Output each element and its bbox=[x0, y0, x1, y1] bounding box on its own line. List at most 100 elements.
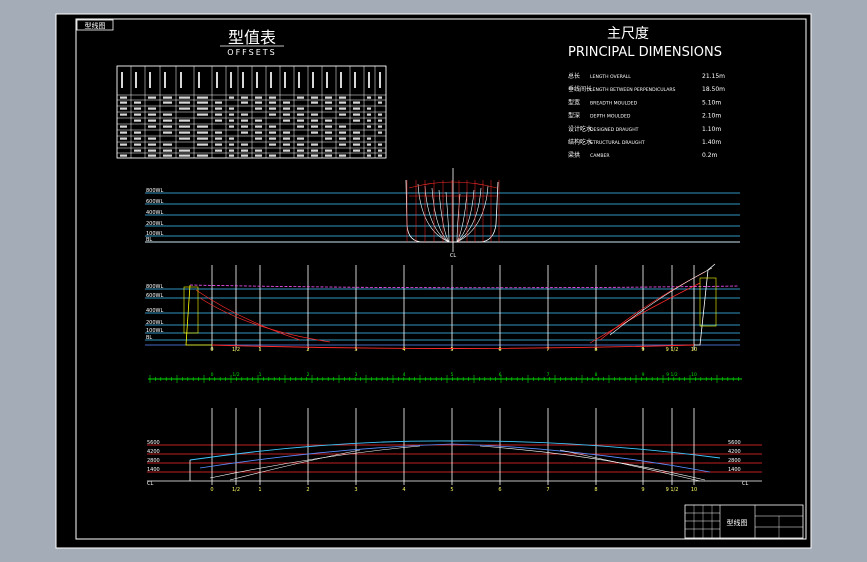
offsets-cell-mark bbox=[269, 143, 276, 146]
offsets-header-mark bbox=[368, 72, 370, 88]
offsets-cell-mark bbox=[297, 107, 304, 110]
offsets-cell-mark bbox=[241, 131, 248, 134]
offsets-cell-mark bbox=[367, 143, 371, 146]
offsets-cell-mark bbox=[283, 143, 290, 146]
offsets-cell-mark bbox=[163, 154, 172, 157]
offsets-cell-mark bbox=[283, 107, 290, 110]
offsets-cell-mark bbox=[378, 154, 382, 157]
half-breadth-waterline-label-left: 5600 bbox=[147, 440, 160, 446]
offsets-cell-mark bbox=[297, 119, 304, 122]
offsets-cell-mark bbox=[311, 149, 318, 152]
offsets-cell-mark bbox=[297, 154, 304, 157]
offsets-cell-mark bbox=[229, 96, 234, 99]
drawing-title: 型线图 bbox=[727, 518, 748, 527]
offsets-cell-mark bbox=[353, 119, 360, 122]
offsets-cell-mark bbox=[311, 119, 318, 122]
offsets-cell-mark bbox=[241, 119, 248, 122]
offsets-cell-mark bbox=[179, 101, 190, 104]
half-breadth-waterline-label-left: 1400 bbox=[147, 467, 160, 473]
offsets-cell-mark bbox=[241, 154, 248, 157]
scale-bar-station-label: 6 bbox=[499, 372, 502, 378]
offsets-cell-mark bbox=[297, 113, 304, 116]
offsets-cell-mark bbox=[197, 143, 208, 146]
offsets-cell-mark bbox=[269, 96, 276, 99]
offsets-cell-mark bbox=[197, 96, 208, 99]
principal-row-value: 0.2m bbox=[702, 152, 718, 159]
offsets-title-cn: 型值表 bbox=[228, 28, 276, 47]
offsets-cell-mark bbox=[255, 125, 262, 128]
offsets-header-mark bbox=[149, 72, 151, 88]
offsets-cell-mark bbox=[325, 119, 332, 122]
offsets-cell-mark bbox=[255, 101, 262, 104]
half-breadth-waterline-label-right: 2800 bbox=[728, 458, 741, 464]
offsets-cell-mark bbox=[179, 96, 190, 99]
profile-station-label: 10 bbox=[691, 347, 697, 353]
offsets-cell-mark bbox=[197, 154, 208, 157]
offsets-header-mark bbox=[256, 72, 258, 88]
offsets-cell-mark bbox=[241, 149, 248, 152]
offsets-cell-mark bbox=[215, 149, 222, 152]
offsets-cell-mark bbox=[120, 143, 127, 146]
offsets-cell-mark bbox=[378, 125, 382, 128]
half-breadth-waterline-label-right: 1400 bbox=[728, 467, 741, 473]
offsets-cell-mark bbox=[283, 131, 290, 134]
half-breadth-station-label: 4 bbox=[402, 487, 405, 493]
principal-row-label-cn: 总长 bbox=[568, 72, 580, 80]
half-breadth-centerline-label-right: CL bbox=[742, 481, 748, 487]
offsets-cell-mark bbox=[297, 96, 304, 99]
offsets-cell-mark bbox=[148, 119, 156, 122]
offsets-cell-mark bbox=[163, 131, 172, 134]
offsets-cell-mark bbox=[163, 119, 172, 122]
scale-bar-station-label: 8 bbox=[595, 372, 598, 378]
body-plan-waterline-label: 600WL bbox=[146, 199, 163, 205]
offsets-cell-mark bbox=[283, 119, 290, 122]
offsets-header-mark bbox=[312, 72, 314, 88]
offsets-cell-mark bbox=[339, 137, 346, 140]
offsets-cell-mark bbox=[120, 131, 127, 134]
offsets-cell-mark bbox=[229, 137, 234, 140]
offsets-cell-mark bbox=[134, 149, 141, 152]
body-plan-centerline-label: CL bbox=[450, 253, 456, 259]
offsets-cell-mark bbox=[325, 107, 332, 110]
offsets-cell-mark bbox=[283, 113, 290, 116]
offsets-cell-mark bbox=[197, 131, 208, 134]
offsets-cell-mark bbox=[163, 125, 172, 128]
profile-station-label: 6 bbox=[498, 347, 501, 353]
profile-waterline-label: 400WL bbox=[146, 308, 163, 314]
half-breadth-station-label: 9 1/2 bbox=[666, 487, 679, 493]
offsets-cell-mark bbox=[148, 137, 156, 140]
scale-bar-station-label: 2 bbox=[307, 372, 310, 378]
offsets-cell-mark bbox=[339, 154, 346, 157]
offsets-cell-mark bbox=[163, 143, 172, 146]
offsets-cell-mark bbox=[197, 137, 208, 140]
offsets-cell-mark bbox=[325, 137, 332, 140]
offsets-cell-mark bbox=[215, 131, 222, 134]
principal-row-label-cn: 结构吃水 bbox=[568, 138, 592, 146]
offsets-cell-mark bbox=[255, 154, 262, 157]
offsets-cell-mark bbox=[197, 125, 208, 128]
scale-bar-station-label: 5 bbox=[451, 372, 454, 378]
principal-row-label-cn: 设计吃水 bbox=[568, 125, 592, 133]
offsets-cell-mark bbox=[241, 96, 248, 99]
offsets-cell-mark bbox=[325, 101, 332, 104]
offsets-header-mark bbox=[121, 72, 123, 88]
offsets-cell-mark bbox=[229, 143, 234, 146]
principal-row-label-en: LENGTH OVERALL bbox=[590, 74, 631, 80]
profile-station-label: 0 bbox=[210, 347, 213, 353]
offsets-cell-mark bbox=[378, 119, 382, 122]
offsets-cell-mark bbox=[179, 154, 190, 157]
offsets-header-mark bbox=[180, 72, 182, 88]
offsets-cell-mark bbox=[367, 107, 371, 110]
offsets-cell-mark bbox=[311, 154, 318, 157]
offsets-cell-mark bbox=[163, 101, 172, 104]
offsets-cell-mark bbox=[325, 154, 332, 157]
profile-station-label: 9 bbox=[641, 347, 644, 353]
offsets-header-mark bbox=[298, 72, 300, 88]
principal-row-value: 1.40m bbox=[702, 139, 721, 146]
offsets-cell-mark bbox=[179, 149, 190, 152]
offsets-cell-mark bbox=[215, 119, 222, 122]
offsets-cell-mark bbox=[241, 113, 248, 116]
half-breadth-station-label: 2 bbox=[306, 487, 309, 493]
offsets-cell-mark bbox=[179, 125, 190, 128]
principal-row-label-cn: 垂线间长 bbox=[568, 85, 592, 93]
